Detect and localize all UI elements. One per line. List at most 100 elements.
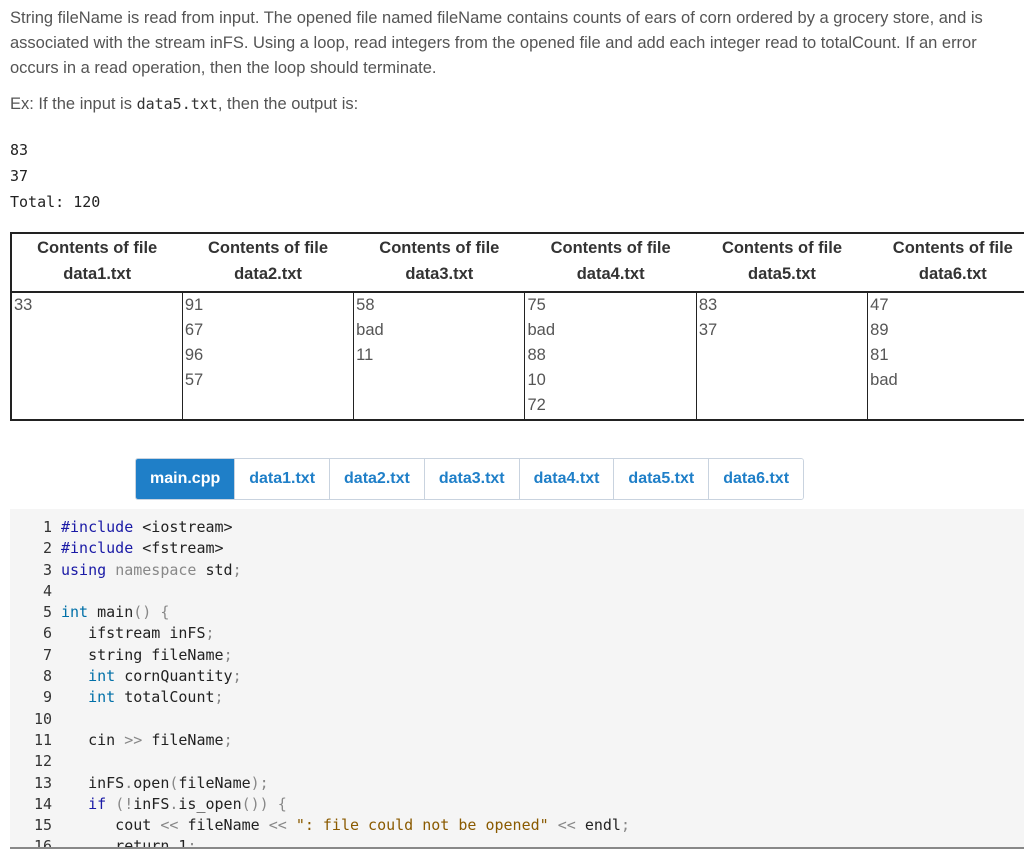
column-header-line: Contents of file [529, 235, 692, 261]
code-token: ; [224, 646, 233, 664]
code-token: ifstream inFS [61, 624, 206, 642]
column-header-line: Contents of file [16, 235, 178, 261]
code-token: is_open [178, 795, 241, 813]
column-header: Contents of filedata2.txt [182, 233, 353, 292]
line-number: 3 [10, 560, 61, 581]
tab-data2-txt[interactable]: data2.txt [329, 459, 424, 499]
code-token: namespace [115, 561, 205, 579]
code-line[interactable]: 1#include <iostream> [10, 517, 1024, 538]
column-header-filename: data3.txt [358, 261, 521, 287]
code-token: cornQuantity [124, 667, 232, 685]
column-header-line: Contents of file [700, 235, 863, 261]
code-token: ); [251, 774, 269, 792]
code-token: () { [133, 603, 169, 621]
code-line[interactable]: 5int main() { [10, 602, 1024, 623]
code-token: ": file could not be opened" [296, 816, 558, 834]
code-token: #include [61, 518, 142, 536]
code-token: ; [233, 561, 242, 579]
code-text: if (!inFS.is_open()) { [61, 795, 287, 813]
output-line: 83 [10, 137, 100, 163]
file-contents-cell: 91679657 [182, 292, 353, 420]
column-header: Contents of filedata1.txt [11, 233, 182, 292]
code-token: inFS [61, 774, 124, 792]
code-line[interactable]: 8 int cornQuantity; [10, 666, 1024, 687]
code-token: >> [124, 731, 151, 749]
problem-prompt: String fileName is read from input. The … [10, 6, 1020, 81]
code-token: std [206, 561, 233, 579]
code-line[interactable]: 6 ifstream inFS; [10, 623, 1024, 644]
code-line[interactable]: 13 inFS.open(fileName); [10, 773, 1024, 794]
code-token: main [97, 603, 133, 621]
file-value: 91 [185, 293, 351, 318]
file-value: 83 [699, 293, 865, 318]
code-editor[interactable]: 1#include <iostream>2#include <fstream>3… [10, 509, 1024, 849]
code-text: return 1; [61, 837, 196, 849]
code-line[interactable]: 11 cin >> fileName; [10, 730, 1024, 751]
code-token: << [558, 816, 585, 834]
file-value: 37 [699, 318, 865, 343]
column-header: Contents of filedata6.txt [868, 233, 1024, 292]
code-token: (! [115, 795, 133, 813]
code-line[interactable]: 15 cout << fileName << ": file could not… [10, 815, 1024, 836]
column-header-filename: data2.txt [186, 261, 349, 287]
file-value: 33 [14, 293, 180, 318]
file-value: bad [527, 318, 693, 343]
code-token: int [61, 603, 97, 621]
code-token: cout [61, 816, 160, 834]
column-header-filename: data5.txt [700, 261, 863, 287]
code-token: ; [187, 837, 196, 849]
line-number: 10 [10, 709, 61, 730]
table-header-row: Contents of filedata1.txtContents of fil… [11, 233, 1024, 292]
file-value: 57 [185, 368, 351, 393]
line-number: 1 [10, 517, 61, 538]
column-header-filename: data4.txt [529, 261, 692, 287]
tab-data6-txt[interactable]: data6.txt [708, 459, 803, 499]
code-token: ; [233, 667, 242, 685]
line-number: 7 [10, 645, 61, 666]
file-value: 81 [870, 343, 1024, 368]
code-line[interactable]: 14 if (!inFS.is_open()) { [10, 794, 1024, 815]
code-line[interactable]: 16 return 1; [10, 836, 1024, 849]
code-token: . [124, 774, 133, 792]
line-number: 14 [10, 794, 61, 815]
file-contents-cell: 58bad11 [354, 292, 525, 420]
code-text: int totalCount; [61, 688, 224, 706]
tab-data3-txt[interactable]: data3.txt [424, 459, 519, 499]
example-sentence: Ex: If the input is data5.txt, then the … [10, 95, 358, 114]
code-token: #include [61, 539, 142, 557]
file-value: 72 [527, 393, 693, 418]
code-line[interactable]: 7 string fileName; [10, 645, 1024, 666]
code-line[interactable]: 9 int totalCount; [10, 687, 1024, 708]
file-value: 75 [527, 293, 693, 318]
line-number: 16 [10, 836, 61, 849]
file-value: 58 [356, 293, 522, 318]
code-line[interactable]: 12 [10, 751, 1024, 772]
tab-main-cpp[interactable]: main.cpp [136, 459, 234, 499]
code-token: int [61, 667, 124, 685]
code-token: <fstream> [142, 539, 223, 557]
code-line[interactable]: 4 [10, 581, 1024, 602]
code-token: ()) { [242, 795, 287, 813]
tab-data5-txt[interactable]: data5.txt [613, 459, 708, 499]
file-value: 47 [870, 293, 1024, 318]
code-token: fileName [178, 774, 250, 792]
code-line[interactable]: 2#include <fstream> [10, 538, 1024, 559]
file-value: 96 [185, 343, 351, 368]
tab-data1-txt[interactable]: data1.txt [234, 459, 329, 499]
tab-data4-txt[interactable]: data4.txt [519, 459, 614, 499]
example-prefix: Ex: If the input is [10, 95, 137, 113]
line-number: 11 [10, 730, 61, 751]
expected-output: 83 37 Total: 120 [10, 137, 100, 215]
column-header: Contents of filedata3.txt [354, 233, 525, 292]
code-line[interactable]: 3using namespace std; [10, 560, 1024, 581]
code-token: << [160, 816, 187, 834]
code-text: cin >> fileName; [61, 731, 233, 749]
file-contents-cell: 8337 [696, 292, 867, 420]
code-text: #include <iostream> [61, 518, 233, 536]
line-number: 5 [10, 602, 61, 623]
line-number: 12 [10, 751, 61, 772]
file-value: 67 [185, 318, 351, 343]
file-value: 89 [870, 318, 1024, 343]
code-line[interactable]: 10 [10, 709, 1024, 730]
column-header: Contents of filedata5.txt [696, 233, 867, 292]
